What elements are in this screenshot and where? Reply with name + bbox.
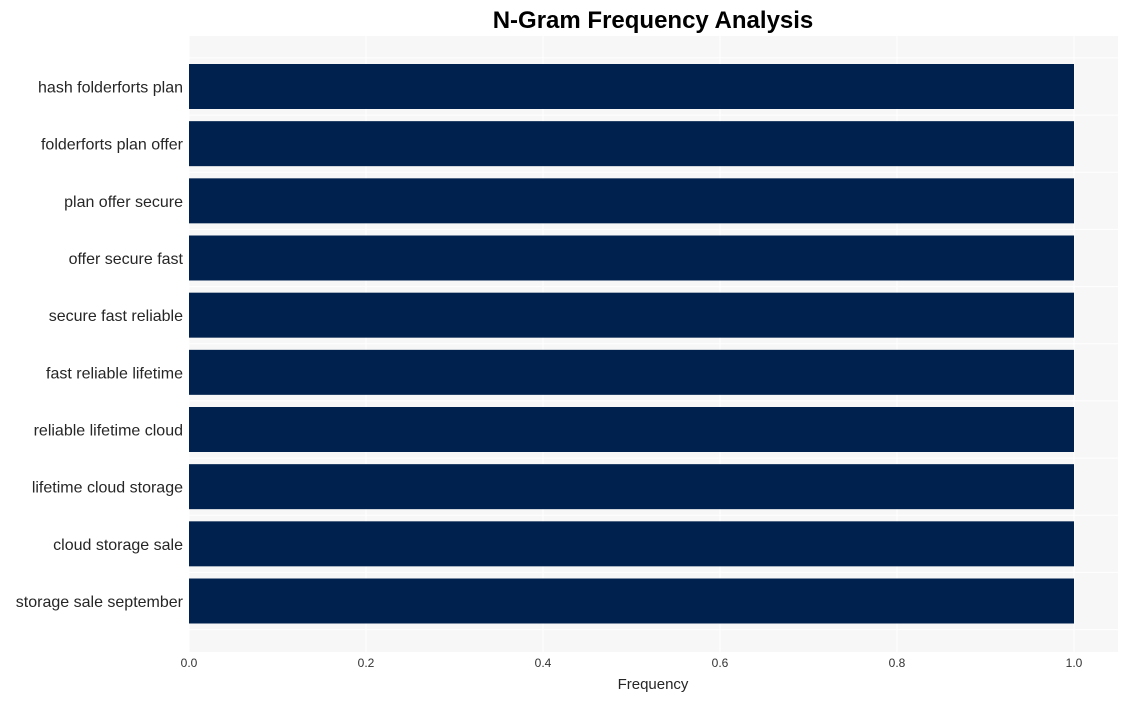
- y-tick-label: reliable lifetime cloud: [34, 423, 183, 440]
- chart-title: N-Gram Frequency Analysis: [493, 7, 814, 34]
- x-axis-label: Frequency: [618, 676, 689, 693]
- y-tick-label: hash folderforts plan: [38, 80, 183, 97]
- y-tick-label: fast reliable lifetime: [46, 365, 183, 382]
- y-tick-labels: hash folderforts plan folderforts plan of…: [16, 80, 184, 612]
- bar: [189, 521, 1074, 567]
- y-tick-label: lifetime cloud storage: [32, 480, 183, 497]
- x-tick-label: 1.0: [1066, 656, 1083, 670]
- bar: [189, 121, 1074, 167]
- x-tick-label: 0.2: [358, 656, 375, 670]
- y-tick-label: storage sale september: [16, 594, 184, 611]
- y-tick-label: plan offer secure: [64, 194, 183, 211]
- y-tick-label: cloud storage sale: [53, 537, 183, 554]
- x-tick-label: 0.8: [889, 656, 906, 670]
- bar: [189, 464, 1074, 510]
- chart: hash folderforts plan folderforts plan of…: [16, 7, 1118, 693]
- bar: [189, 407, 1074, 452]
- bar: [189, 578, 1074, 624]
- y-tick-label: secure fast reliable: [49, 308, 183, 325]
- x-tick-label: 0.0: [181, 656, 198, 670]
- x-tick-label: 0.4: [535, 656, 552, 670]
- bar: [189, 349, 1074, 395]
- bar: [189, 178, 1074, 224]
- x-tick-label: 0.6: [712, 656, 729, 670]
- y-tick-label: offer secure fast: [69, 251, 184, 268]
- bar: [189, 292, 1074, 338]
- y-tick-label: folderforts plan offer: [41, 137, 184, 154]
- x-tick-labels: 0.0 0.2 0.4 0.6 0.8 1.0: [181, 656, 1083, 670]
- bar: [189, 235, 1074, 281]
- bar: [189, 64, 1074, 109]
